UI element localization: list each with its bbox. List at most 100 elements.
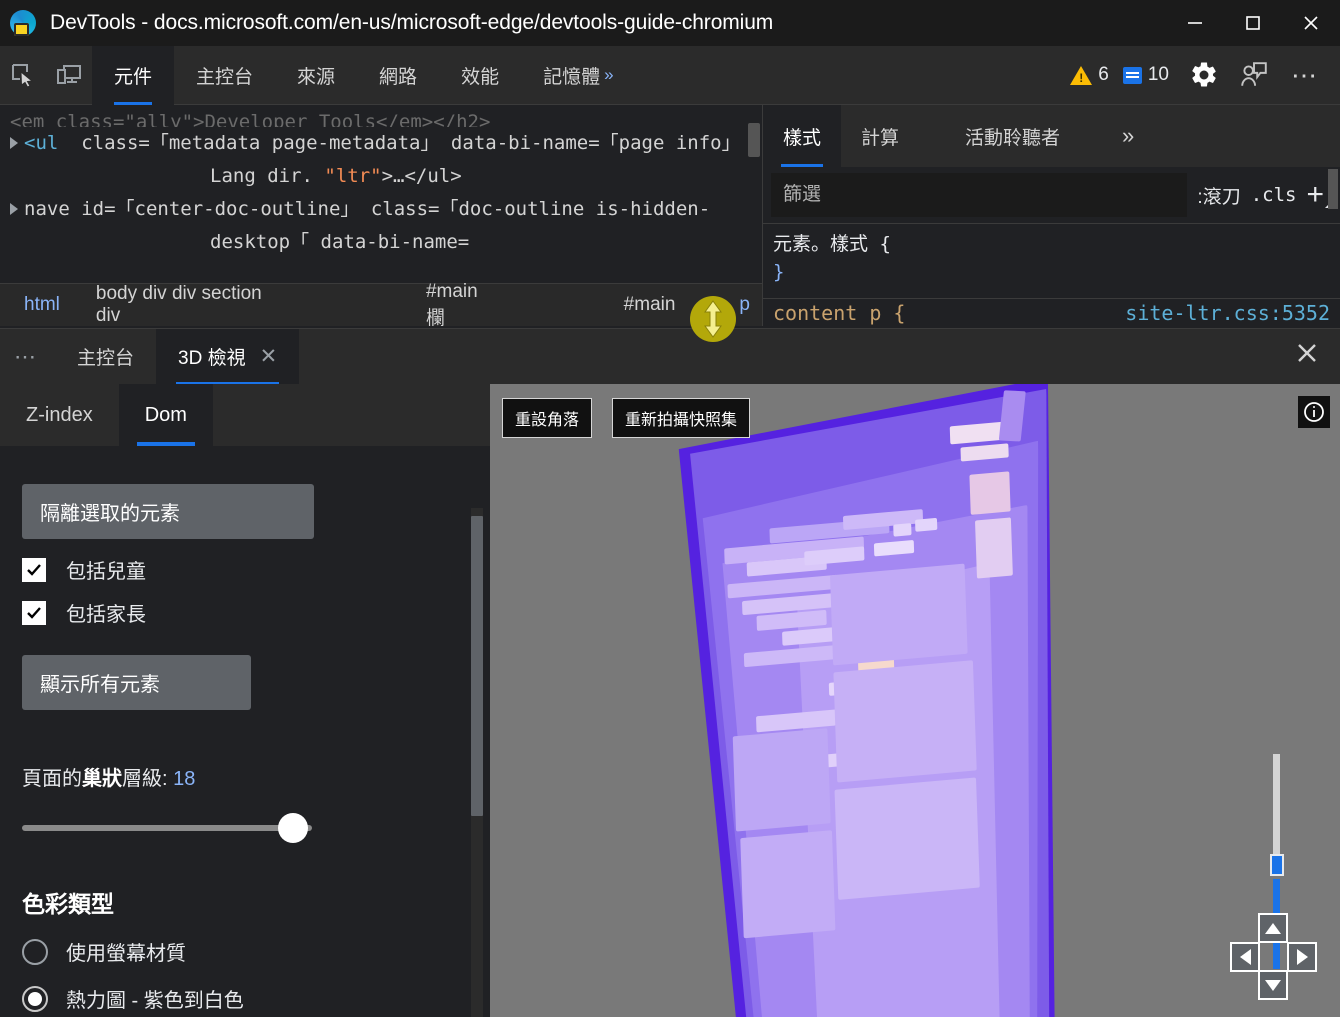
dom-tree-pane[interactable]: <em class="ally">Developer Tools</em></h… — [0, 105, 762, 283]
devtools-window: DevTools - docs.microsoft.com/en-us/micr… — [0, 0, 1340, 1017]
styles-pane: 樣式 計算 活動聆聽者 » :滾刀 .cls + 元素。樣式 { } conte… — [762, 105, 1340, 326]
window-controls — [1166, 0, 1340, 46]
close-icon[interactable]: ✕ — [260, 344, 278, 369]
drawer-tab-console[interactable]: 主控台 — [55, 329, 156, 385]
info-circle-icon[interactable] — [1298, 396, 1330, 428]
breadcrumb-item-body[interactable]: body div div section div — [84, 283, 284, 327]
color-option-heatmap-purple-white[interactable]: 熱力圖 - 紫色到白色 — [22, 984, 468, 1013]
tab-memory[interactable]: 記憶體 » — [521, 46, 635, 105]
nesting-level-slider[interactable] — [22, 813, 312, 843]
depth-slider-track-upper — [1273, 754, 1280, 859]
breadcrumb-item-main-column[interactable]: #main欄 — [414, 281, 502, 330]
tab-styles[interactable]: 樣式 — [763, 105, 841, 167]
three-d-settings-body: 隔離選取的元素 Include children 包括兒童 包括家長 顯示所有元… — [0, 446, 490, 1017]
element-style-close-brace: } — [773, 258, 1330, 286]
cls-button[interactable]: .cls — [1251, 184, 1297, 206]
close-button[interactable] — [1282, 0, 1340, 46]
next-style-rule[interactable]: content p { site-ltr.css:5352 — [763, 298, 1340, 326]
minimize-button[interactable] — [1166, 0, 1224, 46]
warning-triangle-icon — [1070, 66, 1092, 85]
device-toolbar-icon[interactable] — [46, 52, 92, 98]
tab-console-label: 主控台 — [196, 62, 253, 89]
hover-state-button[interactable]: :滾刀 — [1197, 182, 1240, 209]
panel-resize-handle[interactable] — [690, 296, 736, 342]
tab-event-listeners[interactable]: 活動聆聽者 — [945, 105, 1080, 167]
gear-icon[interactable] — [1181, 52, 1227, 98]
styles-scrollbar[interactable] — [1328, 169, 1338, 209]
tab-dom-label: Dom — [145, 404, 187, 427]
drawer-tab-strip: ⋯ 主控台 3D 檢視 ✕ — [0, 328, 1340, 384]
pan-down-icon[interactable] — [1258, 970, 1288, 1000]
dom-slab-right-c — [969, 471, 1010, 515]
tab-performance-label: 效能 — [461, 62, 499, 89]
tab-z-index[interactable]: Z-index — [0, 384, 119, 446]
styles-more-tabs-icon[interactable]: » — [1122, 123, 1134, 149]
tab-styles-label: 樣式 — [783, 123, 821, 150]
dom-scrollbar[interactable] — [748, 123, 760, 157]
tab-console[interactable]: 主控台 — [174, 46, 275, 105]
dom-node-ul[interactable]: <ul class=「metadata page-metadata」 data-… — [10, 127, 752, 193]
warning-count-badge[interactable]: 6 — [1070, 64, 1109, 86]
next-rule-source-link[interactable]: site-ltr.css:5352 — [1125, 301, 1330, 325]
dom-slab-row-h — [915, 518, 937, 532]
include-parents-label: 包括家長 — [66, 598, 146, 627]
warning-count-label: 6 — [1098, 64, 1109, 86]
tab-sources[interactable]: 來源 — [275, 46, 357, 105]
dom-node-nav[interactable]: nave id=「center-doc-outline」 class=「doc-… — [10, 193, 752, 259]
dom-value-ltr: "ltr" — [324, 165, 381, 187]
styles-filter-input[interactable] — [771, 173, 1187, 217]
message-count-label: 10 — [1148, 64, 1169, 86]
inspect-element-icon[interactable] — [0, 52, 46, 98]
dom-slab-left-block2 — [740, 830, 835, 938]
drawer-close-button[interactable] — [1274, 340, 1340, 373]
dom-slab-left-block — [733, 728, 831, 831]
tab-network[interactable]: 網路 — [357, 46, 439, 105]
color-option-screen-texture[interactable]: 使用螢幕材質 — [22, 937, 468, 966]
pan-right-icon[interactable] — [1287, 942, 1317, 972]
tab-sources-label: 來源 — [297, 62, 335, 89]
dom-attrs-nav: nave id=「center-doc-outline」 class=「doc-… — [24, 198, 710, 253]
more-dots-icon[interactable]: ⋯ — [1281, 60, 1330, 91]
show-all-elements-button[interactable]: 顯示所有元素 — [22, 655, 251, 710]
resnap-snapshot-button[interactable]: 重新拍攝快照集 — [612, 398, 750, 438]
pan-left-icon[interactable] — [1230, 942, 1260, 972]
expand-triangle-icon[interactable] — [10, 203, 18, 215]
dom-3d-visualization[interactable] — [649, 384, 1100, 1017]
tab-elements[interactable]: 元件 — [92, 46, 174, 105]
depth-slider-thumb[interactable] — [1270, 854, 1284, 876]
drawer-tab-3d-view[interactable]: 3D 檢視 ✕ — [156, 329, 299, 385]
chevron-more-tabs-icon[interactable]: » — [604, 65, 613, 85]
tab-computed-label: 計算 — [861, 123, 899, 150]
include-children-checkbox[interactable] — [22, 558, 46, 582]
window-title-bar: DevTools - docs.microsoft.com/en-us/micr… — [0, 0, 1340, 46]
message-count-badge[interactable]: 10 — [1123, 64, 1169, 86]
breadcrumb-item-main[interactable]: #main — [612, 294, 688, 316]
include-parents-checkbox[interactable] — [22, 601, 46, 625]
element-style-rule[interactable]: 元素。樣式 { } — [763, 224, 1340, 292]
slider-thumb[interactable] — [278, 813, 308, 843]
nesting-level-value: 18 — [173, 768, 195, 790]
drawer-more-icon[interactable]: ⋯ — [0, 344, 55, 370]
breadcrumb-item-html[interactable]: html — [12, 294, 72, 316]
dom-slab-mid-block2 — [833, 660, 976, 782]
tab-computed[interactable]: 計算 — [841, 105, 919, 167]
toolbar-right-group: 6 10 ⋯ — [1070, 52, 1340, 98]
expand-triangle-icon[interactable] — [10, 137, 18, 149]
include-parents-row[interactable]: 包括家長 — [22, 598, 468, 627]
pan-up-icon[interactable] — [1258, 913, 1288, 943]
maximize-button[interactable] — [1224, 0, 1282, 46]
radio-heatmap-purple-white[interactable] — [22, 986, 48, 1012]
element-style-selector: 元素。樣式 { — [773, 230, 1330, 258]
isolate-selected-element-button[interactable]: 隔離選取的元素 — [22, 484, 314, 539]
radio-screen-texture[interactable] — [22, 939, 48, 965]
feedback-person-icon[interactable] — [1231, 52, 1277, 98]
tab-dom[interactable]: Dom — [119, 384, 213, 446]
radio-screen-texture-label: 使用螢幕材質 — [66, 937, 186, 966]
three-d-scrollbar[interactable] — [471, 516, 483, 816]
reset-corner-button[interactable]: 重設角落 — [502, 398, 592, 438]
dom-close-ul: >…</ul> — [382, 165, 462, 187]
include-children-row[interactable]: Include children 包括兒童 — [22, 555, 468, 584]
drawer-tab-3d-view-label: 3D 檢視 — [178, 343, 246, 370]
three-d-viewport[interactable]: 重設角落 重新拍攝快照集 — [490, 384, 1340, 1017]
tab-performance[interactable]: 效能 — [439, 46, 521, 105]
